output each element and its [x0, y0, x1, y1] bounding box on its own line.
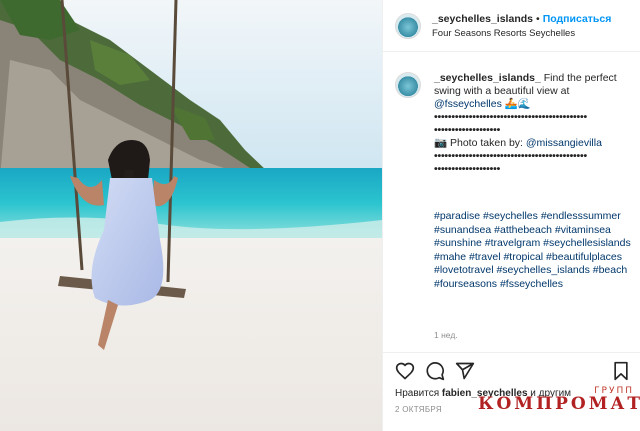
caption-emoji: 🚣🌊 — [504, 98, 531, 110]
post-date[interactable]: 2 ОКТЯБРЯ — [395, 405, 442, 414]
share-icon — [455, 362, 475, 380]
post-body: _seychelles_islands_ Find the perfect sw… — [383, 52, 640, 352]
location-link[interactable]: Four Seasons Resorts Seychelles — [432, 28, 575, 39]
post-sidebar: _seychelles_islands • Подписаться Four Sea… — [382, 0, 640, 431]
liker-username[interactable]: fabien_seychelles — [442, 388, 528, 399]
caption-mention-link[interactable]: @fsseychelles — [434, 98, 502, 110]
caption-username[interactable]: _seychelles_islands_ — [434, 72, 541, 84]
likes-prefix: Нравится — [395, 388, 442, 399]
post-header: _seychelles_islands • Подписаться Four Sea… — [383, 0, 640, 52]
photographer-mention-link[interactable]: @missangievilla — [526, 137, 602, 149]
post-photo[interactable] — [0, 0, 382, 431]
dots-divider: ••••••••••••••••••• — [434, 163, 501, 175]
camera-icon: 📷 — [434, 137, 448, 149]
post-time[interactable]: 1 нед. — [434, 330, 458, 340]
dots-divider: ••••••••••••••••••••••••••••••••••••••••… — [434, 111, 587, 123]
likes-line: Нравится fabien_seychelles и другим — [395, 388, 571, 399]
action-bar: Нравится fabien_seychelles и другим 2 ОК… — [383, 352, 640, 431]
hashtags[interactable]: #paradise #seychelles #endlesssummer #su… — [434, 210, 632, 291]
heart-icon — [395, 362, 415, 380]
header-separator: • — [536, 13, 540, 25]
caption-avatar[interactable] — [395, 72, 421, 98]
comment-button[interactable] — [425, 361, 445, 381]
bookmark-icon — [614, 361, 628, 381]
avatar[interactable] — [395, 13, 421, 39]
header-username[interactable]: _seychelles_islands — [432, 13, 533, 25]
follow-button[interactable]: Подписаться — [543, 13, 612, 25]
comment-icon — [426, 362, 445, 381]
likes-suffix[interactable]: и другим — [528, 388, 571, 399]
photo-credit: 📷 Photo taken by: @missangievilla — [434, 137, 632, 150]
beach-swing-image — [0, 0, 382, 431]
save-button[interactable] — [611, 361, 631, 381]
share-button[interactable] — [455, 361, 475, 381]
dots-divider: ••••••••••••••••••••••••••••••••••••••••… — [434, 150, 587, 162]
dots-divider: ••••••••••••••••••• — [434, 124, 501, 136]
caption-text: _seychelles_islands_ Find the perfect sw… — [434, 72, 632, 176]
like-button[interactable] — [395, 361, 415, 381]
header-user-line: _seychelles_islands • Подписаться — [432, 13, 611, 25]
photo-credit-label: Photo taken by: — [447, 137, 526, 149]
